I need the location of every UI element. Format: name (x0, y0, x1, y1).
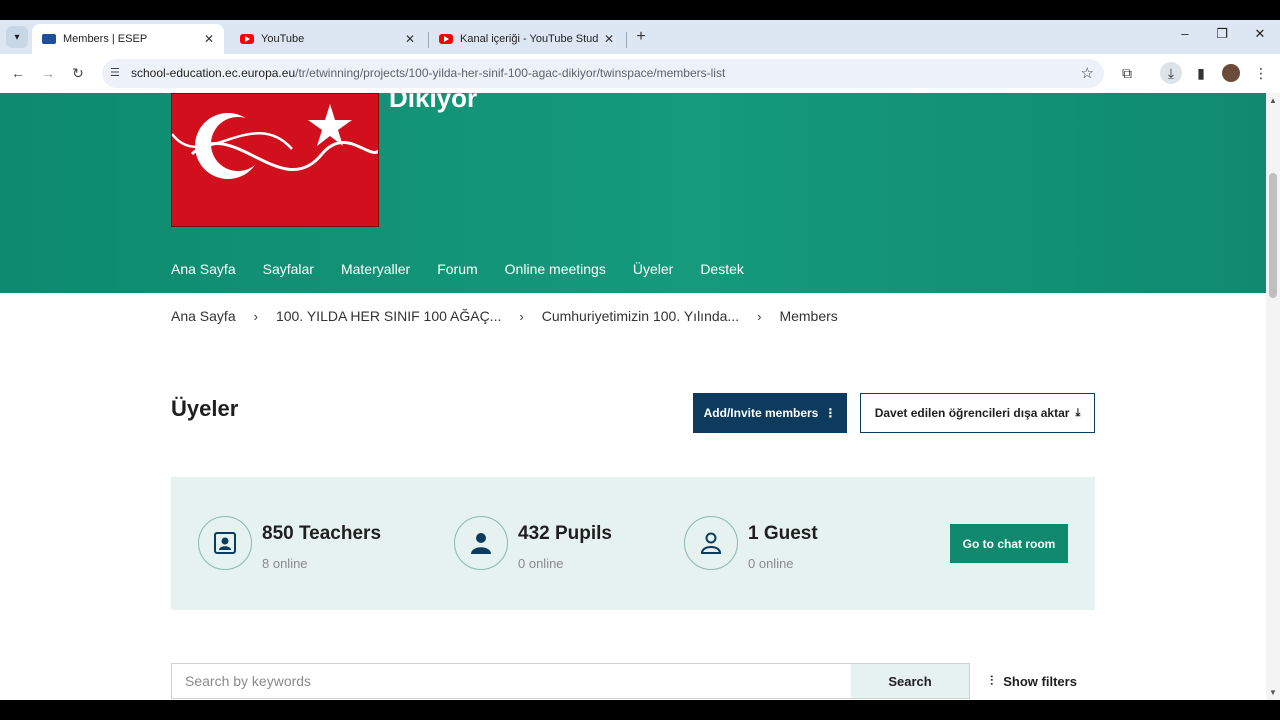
nav-uyeler[interactable]: Üyeler (632, 261, 674, 297)
person-outline-icon (684, 516, 738, 570)
person-filled-icon (454, 516, 508, 570)
minimize-icon[interactable]: – (1170, 26, 1200, 41)
side-panel-icon[interactable]: ▮ (1190, 62, 1212, 84)
chevron-right-icon: › (253, 308, 258, 324)
export-invited-pupils-button[interactable]: Davet edilen öğrencileri dışa aktar ⤓ (860, 393, 1095, 433)
chevron-right-icon: › (757, 308, 762, 324)
eu-flag-icon (42, 34, 56, 44)
navigation-bar: ← → ↻ ☰ school-education.ec.europa.eu/tr… (0, 54, 1280, 93)
tab-label: Kanal içeriği - YouTube Studio (460, 33, 598, 45)
plus-icon[interactable]: + (632, 27, 650, 47)
tab-youtube[interactable]: YouTube ✕ (230, 24, 425, 54)
stat-count: 1 Guest (748, 523, 818, 544)
button-label: Add/Invite members (703, 406, 819, 420)
page-scrollbar[interactable]: ▲ ▼ (1266, 93, 1280, 700)
nav-materyaller[interactable]: Materyaller (341, 261, 410, 297)
breadcrumb-item[interactable]: 100. YILDA HER SINIF 100 AĞAÇ... (276, 308, 501, 324)
url-path: /tr/etwinning/projects/100-yilda-her-sin… (295, 66, 726, 80)
nav-forum[interactable]: Forum (437, 261, 477, 297)
page-viewport: Dikiyor Ana Sayfa Sayfalar Materyaller F… (0, 93, 1266, 700)
tab-label: YouTube (261, 33, 305, 45)
search-button[interactable]: Search (851, 664, 969, 698)
download-icon[interactable]: ⤓ (1160, 62, 1182, 84)
download-icon: ⤓ (1075, 406, 1081, 419)
tab-divider (626, 32, 627, 48)
stat-count: 850 Teachers (262, 523, 382, 544)
member-search-bar: Search (171, 663, 970, 699)
teacher-badge-svg (214, 532, 236, 554)
page-title: Üyeler (171, 396, 239, 421)
tab-members[interactable]: Members | ESEP ✕ (32, 24, 224, 54)
kebab-menu-icon: ⋮ (824, 406, 837, 420)
nav-ana-sayfa[interactable]: Ana Sayfa (171, 261, 236, 297)
chevron-down-icon[interactable]: ▾ (6, 26, 28, 48)
arrow-right-icon[interactable]: → (37, 62, 59, 84)
project-nav: Ana Sayfa Sayfalar Materyaller Forum Onl… (171, 261, 771, 297)
stat-online: 8 online (262, 556, 308, 571)
stat-online: 0 online (748, 556, 794, 571)
nav-sayfalar[interactable]: Sayfalar (263, 261, 314, 297)
member-stats-panel: 850 Teachers 8 online 432 Pupils 0 onlin… (171, 477, 1095, 610)
breadcrumb-item[interactable]: Ana Sayfa (171, 308, 236, 324)
restore-icon[interactable]: ❐ (1207, 26, 1237, 42)
teacher-badge-icon (198, 516, 252, 570)
project-title: Dikiyor (389, 93, 478, 113)
button-label: Davet edilen öğrencileri dışa aktar (874, 406, 1070, 420)
person-outline-svg (700, 532, 722, 554)
search-input[interactable] (172, 664, 851, 698)
avatar[interactable] (1222, 64, 1240, 82)
chevron-right-icon: › (519, 308, 524, 324)
reload-icon[interactable]: ↻ (67, 62, 89, 84)
tune-icon[interactable]: ☰ (110, 66, 120, 79)
show-filters-button[interactable]: ⫶ Show filters (990, 673, 1077, 689)
tab-youtube-studio[interactable]: Kanal içeriği - YouTube Studio ✕ (429, 24, 624, 54)
project-image (171, 93, 379, 227)
turkish-flag-image (172, 94, 378, 226)
tab-label: Members | ESEP (63, 33, 148, 45)
close-icon[interactable]: ✕ (405, 32, 415, 46)
address-bar[interactable]: ☰ school-education.ec.europa.eu/tr/etwin… (102, 59, 1104, 88)
sliders-icon: ⫶ (990, 673, 994, 688)
arrow-left-icon[interactable]: ← (7, 62, 29, 84)
top-black-bar (0, 0, 1280, 20)
url-text: school-education.ec.europa.eu/tr/etwinni… (131, 66, 725, 80)
scroll-down-icon[interactable]: ▼ (1269, 688, 1277, 697)
breadcrumb: Ana Sayfa › 100. YILDA HER SINIF 100 AĞA… (171, 308, 838, 324)
breadcrumb-item-current: Members (779, 308, 838, 324)
scroll-up-icon[interactable]: ▲ (1269, 96, 1277, 105)
close-icon[interactable]: ✕ (204, 32, 214, 46)
person-filled-svg (471, 533, 491, 554)
stat-online: 0 online (518, 556, 564, 571)
scrollbar-thumb[interactable] (1269, 173, 1277, 298)
add-invite-members-button[interactable]: Add/Invite members ⋮ (693, 393, 847, 433)
youtube-icon (240, 34, 254, 44)
kebab-menu-icon[interactable]: ⋮ (1250, 62, 1272, 84)
bottom-black-bar (0, 700, 1280, 720)
nav-destek[interactable]: Destek (700, 261, 744, 297)
url-host: school-education.ec.europa.eu (131, 66, 296, 80)
tab-strip: ▾ Members | ESEP ✕ YouTube ✕ Kanal içeri… (0, 20, 1280, 54)
browser-chrome: ▾ Members | ESEP ✕ YouTube ✕ Kanal içeri… (0, 20, 1280, 93)
breadcrumb-item[interactable]: Cumhuriyetimizin 100. Yılında... (542, 308, 739, 324)
puzzle-icon[interactable]: ⧉ (1116, 62, 1138, 84)
close-window-icon[interactable]: ✕ (1245, 26, 1275, 42)
close-icon[interactable]: ✕ (604, 32, 614, 46)
go-to-chat-room-button[interactable]: Go to chat room (950, 524, 1068, 563)
star-icon[interactable]: ☆ (1081, 64, 1094, 82)
project-header: Dikiyor Ana Sayfa Sayfalar Materyaller F… (0, 93, 1266, 297)
youtube-icon (439, 34, 453, 44)
nav-online-meetings[interactable]: Online meetings (505, 261, 606, 297)
stat-count: 432 Pupils (518, 523, 612, 544)
show-filters-label: Show filters (1003, 673, 1077, 689)
